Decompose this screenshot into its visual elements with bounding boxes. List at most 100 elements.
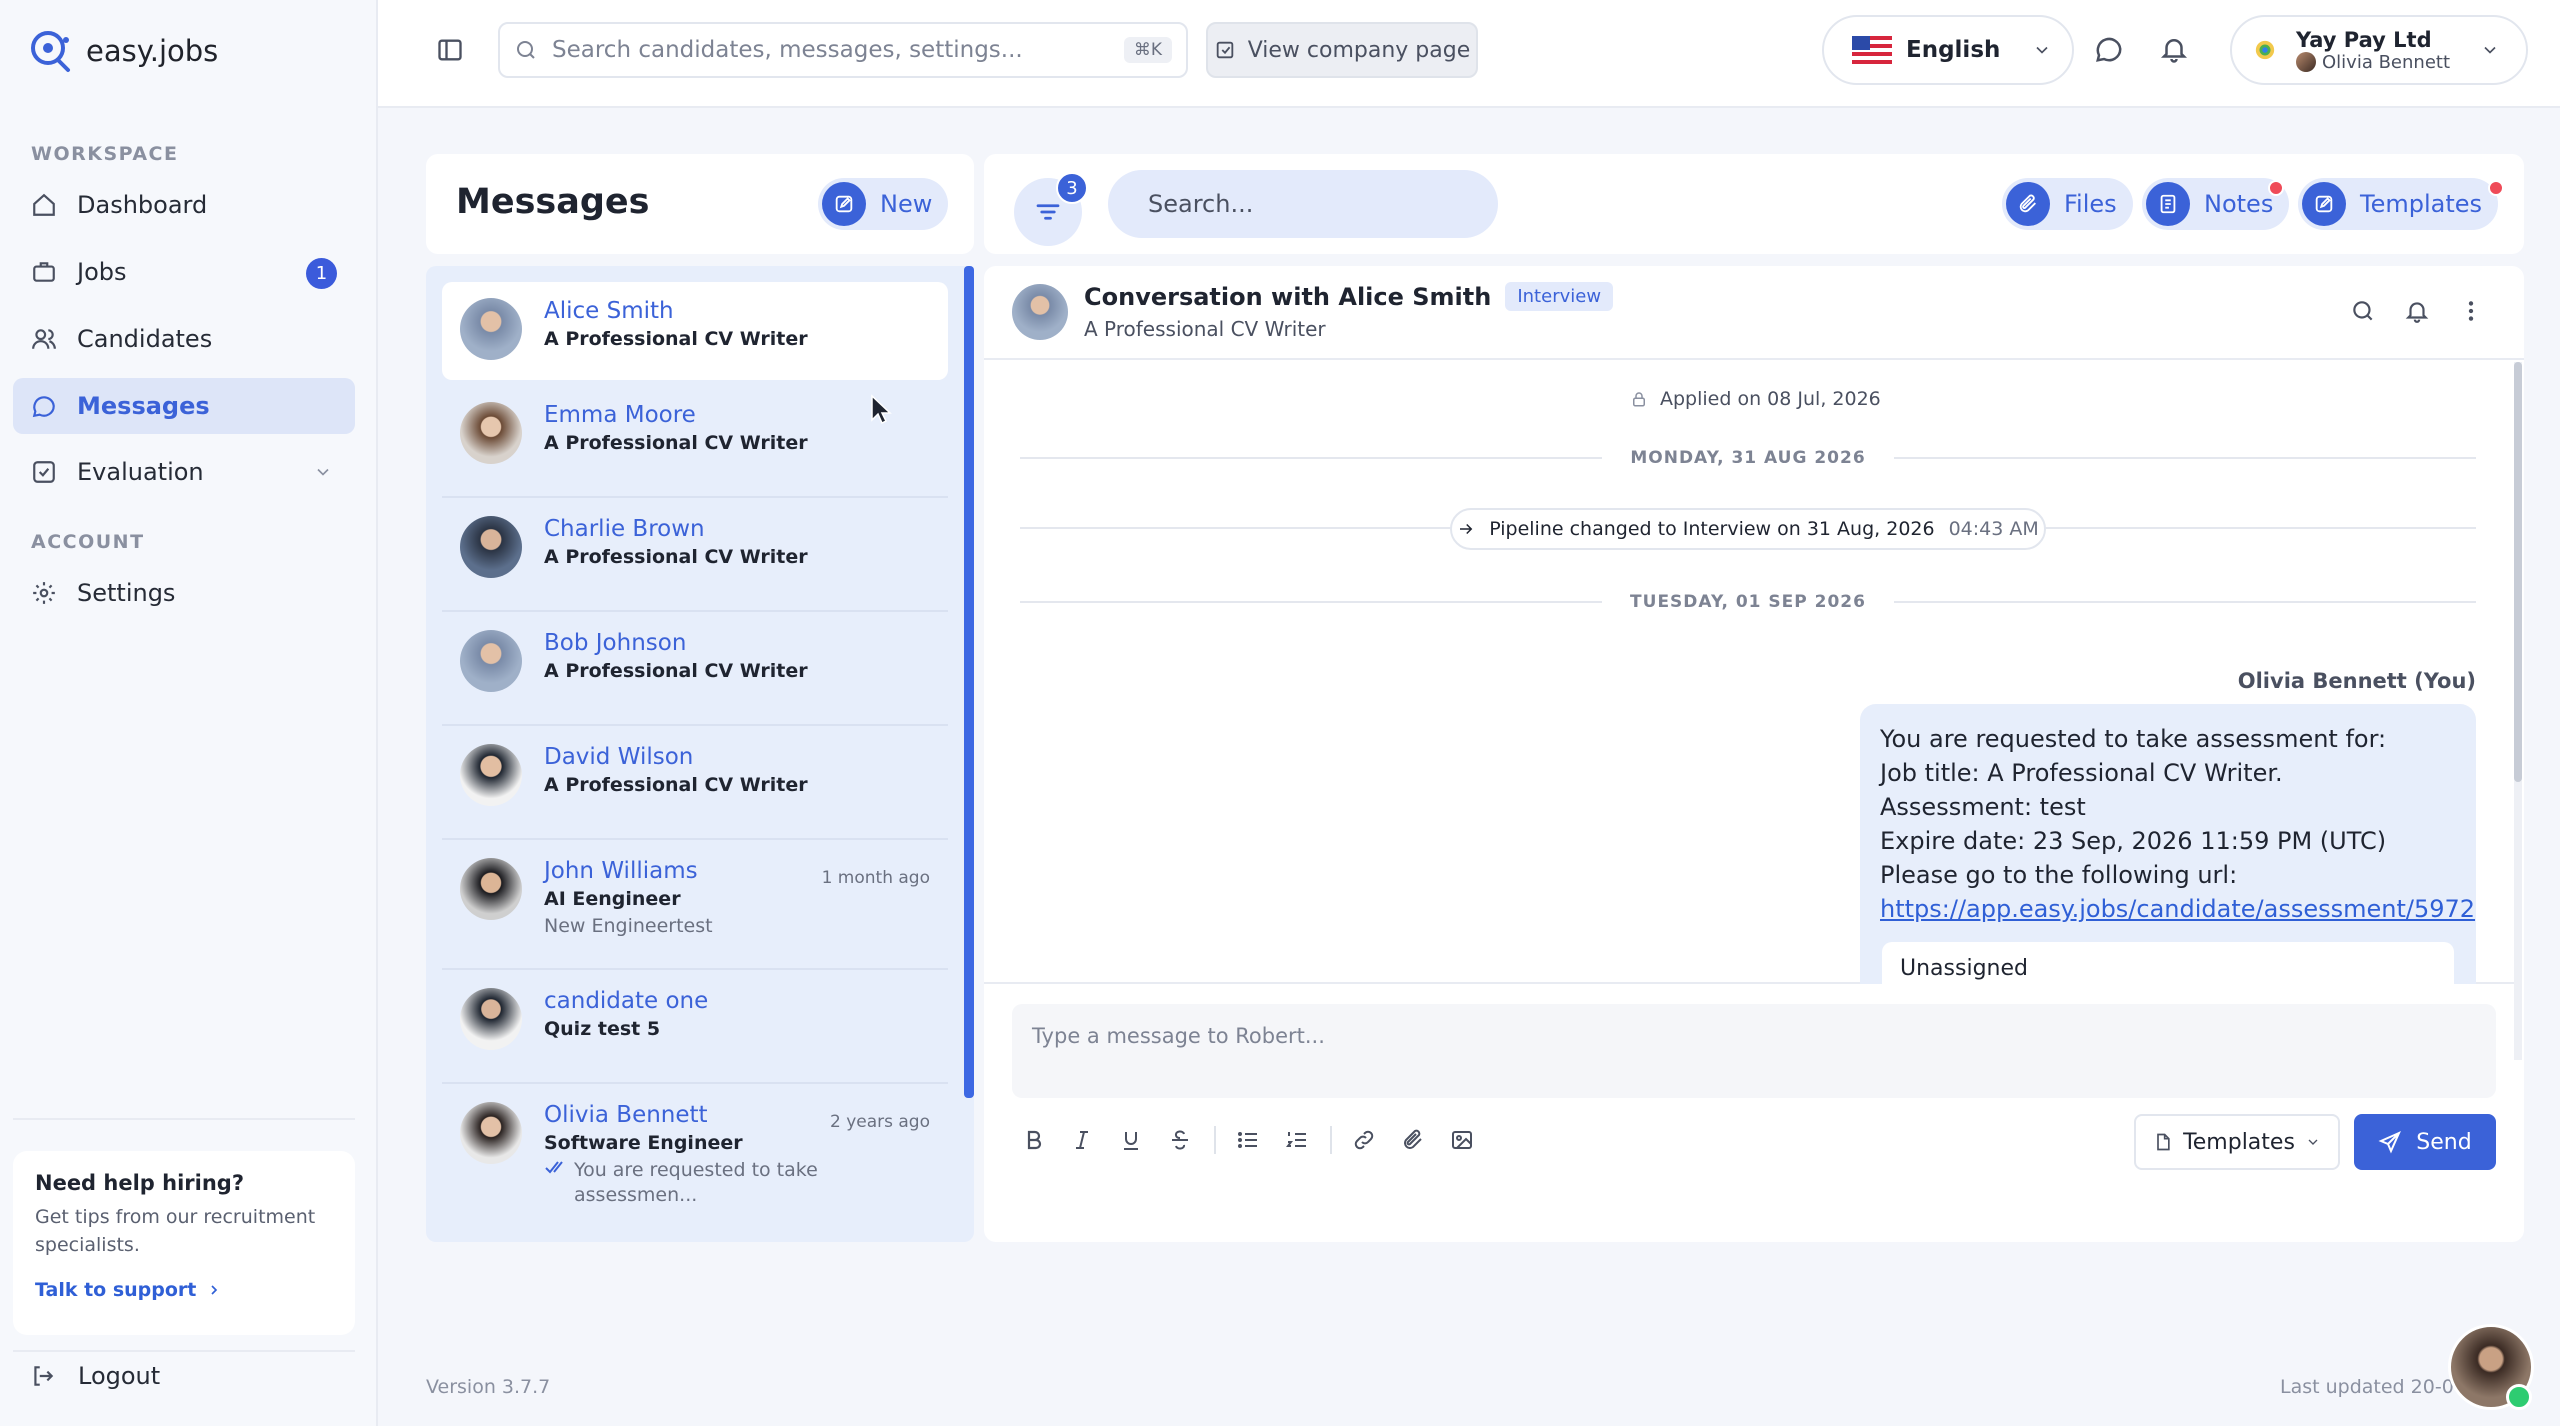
conversation-role: A Professional CV Writer	[544, 546, 808, 568]
help-title: Need help hiring?	[35, 1171, 245, 1195]
numbered-list-icon[interactable]	[1285, 1128, 1309, 1152]
files-button[interactable]: Files	[2002, 178, 2133, 230]
last-updated-text: Last updated 20-0	[2280, 1376, 2454, 1398]
arrow-right-icon	[1457, 520, 1475, 538]
external-icon	[1214, 39, 1236, 61]
sidebar-item-messages[interactable]: Messages	[13, 378, 355, 434]
conversation-time: 1 month ago	[821, 868, 930, 888]
avatar	[1012, 284, 1068, 340]
conversation-item-alice-smith[interactable]: Alice Smith A Professional CV Writer	[442, 282, 948, 380]
pipeline-text: Pipeline changed to Interview on 31 Aug,…	[1489, 518, 1935, 540]
conversation-role: A Professional CV Writer	[544, 774, 808, 796]
underline-icon[interactable]	[1119, 1128, 1143, 1152]
conversation-role: A Professional CV Writer	[544, 432, 808, 454]
logo-icon	[28, 28, 74, 74]
templates-dropdown[interactable]: Templates	[2134, 1114, 2340, 1170]
talk-to-support-label: Talk to support	[35, 1279, 197, 1301]
chevron-down-icon	[2305, 1134, 2321, 1150]
edit-icon	[822, 182, 866, 226]
sidebar-item-evaluation[interactable]: Evaluation	[13, 444, 355, 500]
sidebar-item-label: Candidates	[77, 325, 213, 353]
conversation-role: Software Engineer	[544, 1132, 743, 1154]
conversation-item-bob-johnson[interactable]: Bob Johnson A Professional CV Writer	[442, 614, 948, 726]
chat-scrollbar[interactable]	[2514, 362, 2522, 782]
strikethrough-icon[interactable]	[1168, 1128, 1192, 1152]
messages-toolbar: 3 Search... Files Notes Templates	[984, 154, 2524, 254]
conversation-role: A Professional CV Writer	[544, 660, 808, 682]
bell-icon[interactable]	[2404, 298, 2430, 324]
send-button[interactable]: Send	[2354, 1114, 2496, 1170]
search-icon[interactable]	[2350, 298, 2376, 324]
bold-icon[interactable]	[1022, 1128, 1046, 1152]
bullet-list-icon[interactable]	[1236, 1128, 1260, 1152]
language-selector[interactable]: English	[1822, 15, 2074, 85]
sidebar-item-jobs[interactable]: Jobs 1	[13, 244, 355, 300]
pipeline-time: 04:43 AM	[1948, 518, 2039, 540]
conversation-item-charlie-brown[interactable]: Charlie Brown A Professional CV Writer	[442, 500, 948, 612]
us-flag-icon	[1852, 36, 1892, 64]
sidebar: easy.jobs WORKSPACE Dashboard Jobs 1 Can…	[0, 0, 378, 1426]
conversation-item-john-williams[interactable]: John Williams AI Eengineer New Engineertes…	[442, 842, 948, 970]
users-icon	[31, 326, 57, 352]
templates-button[interactable]: Templates	[2298, 178, 2499, 230]
sidebar-divider	[13, 1118, 355, 1120]
filter-button[interactable]: 3	[1014, 172, 1088, 246]
conversation-name: Alice Smith	[544, 298, 674, 324]
view-company-page-button[interactable]: View company page	[1206, 22, 1478, 78]
message-search-input[interactable]: Search...	[1108, 170, 1498, 238]
avatar	[460, 516, 522, 578]
conversation-name: Bob Johnson	[544, 630, 687, 656]
status-badge: Interview	[1505, 282, 1614, 311]
new-message-button[interactable]: New	[818, 178, 949, 230]
avatar	[460, 988, 522, 1050]
conversation-item-david-wilson[interactable]: David Wilson A Professional CV Writer	[442, 728, 948, 840]
sidebar-item-candidates[interactable]: Candidates	[13, 311, 355, 367]
filter-count-badge: 3	[1056, 172, 1088, 204]
paperclip-icon	[2006, 182, 2050, 226]
message-composer-input[interactable]: Type a message to Robert...	[1012, 1004, 2496, 1098]
global-search-input[interactable]: Search candidates, messages, settings...…	[498, 22, 1188, 78]
conversation-list-scrollbar[interactable]	[964, 266, 974, 1098]
briefcase-icon	[31, 259, 57, 285]
date-label: TUESDAY, 01 SEP 2026	[1630, 592, 1866, 612]
app-logo[interactable]: easy.jobs	[28, 28, 218, 74]
conversation-item-candidate-one[interactable]: candidate one Quiz test 5	[442, 972, 948, 1084]
search-icon	[514, 38, 538, 62]
logout-button[interactable]: Logout	[30, 1362, 160, 1390]
assessment-link[interactable]: https://app.easy.jobs/candidate/assessme…	[1880, 895, 2475, 923]
chevron-down-icon	[2480, 40, 2500, 60]
more-options-icon[interactable]	[2458, 298, 2484, 324]
chat-icon[interactable]	[2094, 34, 2124, 64]
conversation-preview: You are requested to take assessmen...	[574, 1159, 818, 1206]
help-text: Get tips from our recruitment specialist…	[35, 1206, 316, 1256]
conversation-role: A Professional CV Writer	[544, 328, 808, 350]
checkbox-icon	[31, 459, 57, 485]
lock-icon	[1630, 390, 1648, 408]
bell-icon[interactable]	[2159, 34, 2189, 64]
sidebar-item-label: Evaluation	[77, 458, 204, 486]
chat-subtitle: A Professional CV Writer	[1084, 317, 1326, 341]
message-sender: Olivia Bennett (You)	[2237, 669, 2476, 693]
conversation-item-olivia-bennett[interactable]: Olivia Bennett Software Engineer You are…	[442, 1086, 948, 1228]
link-icon[interactable]	[1352, 1128, 1376, 1152]
image-icon[interactable]	[1450, 1128, 1474, 1152]
app-name: easy.jobs	[86, 34, 219, 68]
talk-to-support-link[interactable]: Talk to support	[35, 1279, 333, 1301]
jobs-count-badge: 1	[306, 258, 337, 289]
top-bar: Search candidates, messages, settings...…	[378, 0, 2560, 108]
language-label: English	[1906, 37, 2001, 63]
sidebar-item-settings[interactable]: Settings	[13, 565, 355, 621]
sidebar-toggle-icon[interactable]	[436, 36, 464, 64]
paperclip-icon[interactable]	[1401, 1128, 1425, 1152]
composer-placeholder: Type a message to Robert...	[1032, 1024, 1325, 1048]
templates-notification-dot	[2488, 180, 2504, 196]
chat-title: Conversation with Alice Smith	[1084, 282, 1492, 311]
italic-icon[interactable]	[1070, 1128, 1094, 1152]
applied-info: Applied on 08 Jul, 2026	[1630, 388, 1881, 410]
messages-header: Messages New	[426, 154, 974, 254]
document-icon	[2153, 1132, 2173, 1152]
version-text: Version 3.7.7	[426, 1376, 551, 1398]
sidebar-item-dashboard[interactable]: Dashboard	[13, 177, 355, 233]
avatar	[2296, 52, 2316, 72]
company-switcher[interactable]: Yay Pay Ltd Olivia Bennett	[2230, 15, 2528, 85]
